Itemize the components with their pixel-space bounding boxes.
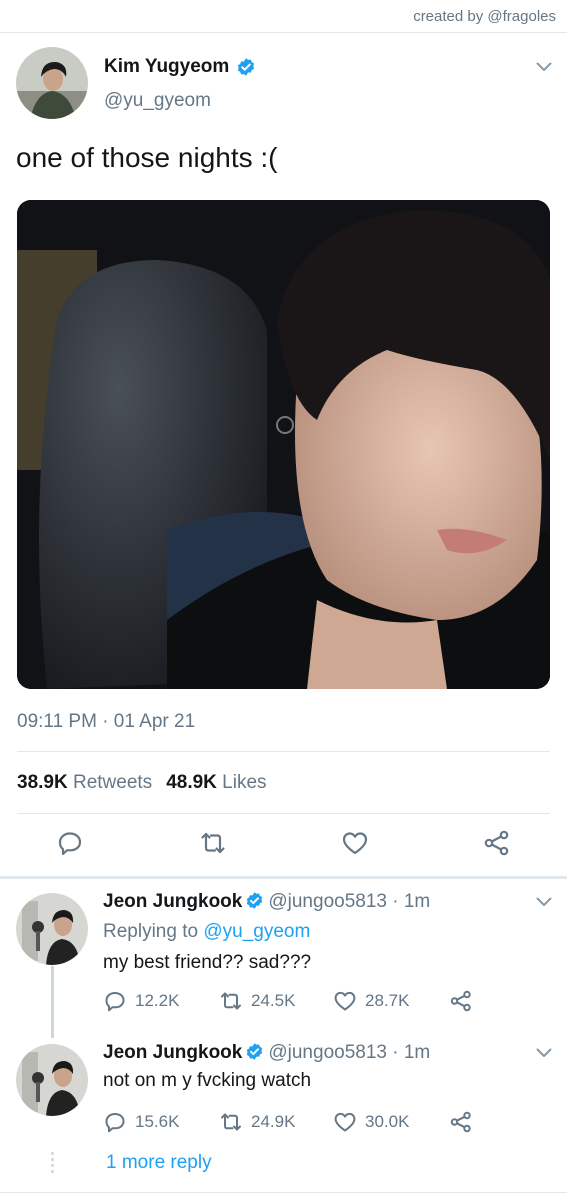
reply-count: 12.2K	[135, 991, 180, 1010]
reply-avatar[interactable]	[16, 1044, 88, 1116]
likes-stat[interactable]: 48.9K Likes	[166, 772, 266, 793]
like-icon	[334, 1112, 356, 1132]
like-count: 28.7K	[365, 991, 410, 1010]
bottom-divider	[0, 1192, 567, 1193]
verified-badge-icon	[245, 891, 264, 910]
replying-to: Replying to @yu_gyeom	[103, 921, 310, 943]
reply-share-action[interactable]	[449, 1110, 473, 1134]
likes-count: 48.9K	[166, 772, 217, 793]
credit-text: created by @fragoles	[413, 8, 556, 25]
retweet-icon	[221, 992, 241, 1010]
reply-action-bar: 15.6K 24.9K 30.0K	[103, 1110, 503, 1134]
reply-icon[interactable]	[56, 829, 84, 857]
tweet-photo[interactable]	[17, 200, 550, 689]
share-icon[interactable]	[483, 829, 511, 857]
reply-retweet-action[interactable]: 24.5K	[219, 989, 295, 1013]
reply-icon	[105, 992, 125, 1012]
reply-action-bar: 12.2K 24.5K 28.7K	[103, 989, 503, 1013]
retweets-label: Retweets	[72, 772, 153, 793]
more-replies-link[interactable]: 1 more reply	[106, 1152, 212, 1174]
retweet-icon	[221, 1113, 241, 1131]
tweet-timestamp: 09:11 PM · 01 Apr 21	[17, 711, 196, 732]
section-divider	[0, 876, 567, 879]
reply-author-name[interactable]: Jeon Jungkook	[103, 1042, 242, 1063]
chevron-down-icon[interactable]	[536, 62, 552, 72]
tweet-text: one of those nights :(	[16, 142, 278, 173]
likes-label: Likes	[222, 772, 267, 793]
reply-icon	[105, 1113, 125, 1133]
reply-reply-action[interactable]: 12.2K	[103, 989, 179, 1013]
like-count: 30.0K	[365, 1112, 410, 1131]
verified-badge-icon	[245, 1042, 264, 1061]
divider	[17, 813, 550, 814]
reply-retweet-action[interactable]: 24.9K	[219, 1110, 295, 1134]
reply-like-action[interactable]: 28.7K	[333, 989, 409, 1013]
chevron-down-icon[interactable]	[536, 897, 552, 907]
reply-text: not on m y fvcking watch	[103, 1070, 312, 1091]
like-icon[interactable]	[341, 829, 369, 857]
share-icon	[450, 1111, 471, 1133]
reply-text: my best friend?? sad???	[103, 952, 312, 973]
author-handle[interactable]: @yu_gyeom	[104, 90, 211, 112]
author-name[interactable]: Kim Yugyeom	[104, 56, 229, 78]
reply-avatar[interactable]	[16, 893, 88, 965]
author-avatar[interactable]	[16, 47, 88, 119]
tweet-action-bar	[0, 829, 567, 861]
retweet-icon[interactable]	[199, 829, 227, 857]
retweet-count: 24.5K	[251, 991, 296, 1010]
like-icon	[334, 991, 356, 1011]
reply-header: Jeon Jungkook @jungoo5813 · 1m	[103, 891, 430, 913]
thread-dots	[50, 1152, 55, 1176]
verified-badge-icon	[236, 57, 256, 77]
reply-handle-time[interactable]: @jungoo5813 · 1m	[268, 891, 430, 912]
reply-reply-action[interactable]: 15.6K	[103, 1110, 179, 1134]
reply-handle-time[interactable]: @jungoo5813 · 1m	[268, 1042, 430, 1063]
top-divider	[0, 32, 567, 33]
retweets-stat[interactable]: 38.9K Retweets	[17, 772, 152, 793]
replying-prefix: Replying to	[103, 921, 199, 942]
author-name-row[interactable]: Kim Yugyeom	[104, 56, 256, 78]
reply-header: Jeon Jungkook @jungoo5813 · 1m	[103, 1042, 430, 1064]
reply-share-action[interactable]	[449, 989, 473, 1013]
share-icon	[450, 990, 471, 1012]
engagement-stats: 38.9K Retweets 48.9K Likes	[17, 772, 267, 794]
chevron-down-icon[interactable]	[536, 1048, 552, 1058]
divider	[17, 751, 550, 752]
reply-like-action[interactable]: 30.0K	[333, 1110, 409, 1134]
replying-mention-link[interactable]: @yu_gyeom	[203, 921, 310, 942]
retweet-count: 24.9K	[251, 1112, 296, 1131]
reply-author-name[interactable]: Jeon Jungkook	[103, 891, 242, 912]
reply-count: 15.6K	[135, 1112, 180, 1131]
retweets-count: 38.9K	[17, 772, 68, 793]
thread-connector	[51, 966, 54, 1038]
